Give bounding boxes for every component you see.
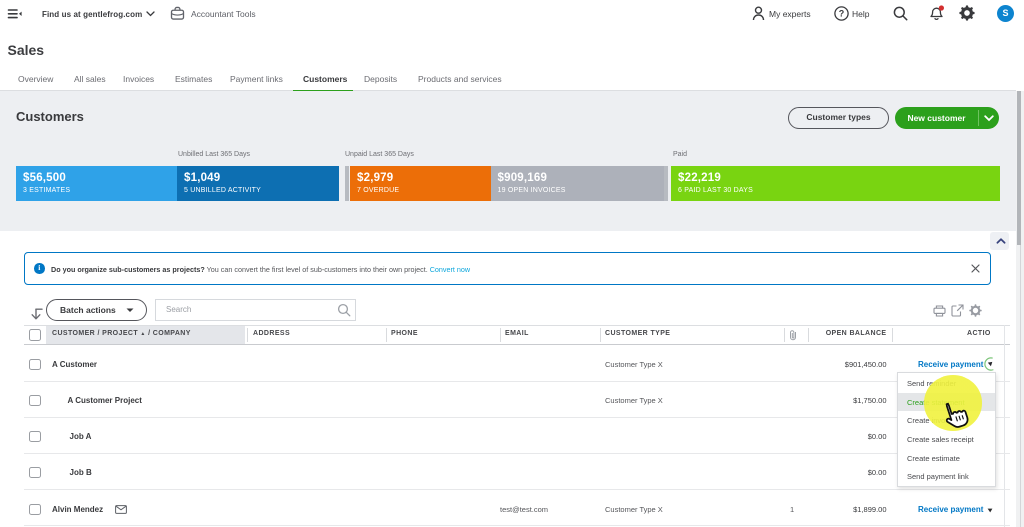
svg-text:?: ?: [839, 9, 845, 19]
